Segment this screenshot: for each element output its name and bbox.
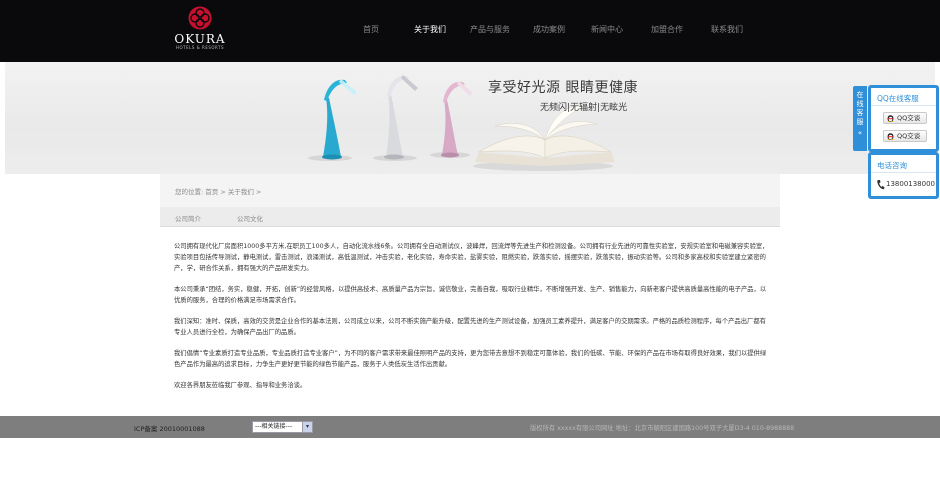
nav-join[interactable]: 加盟合作 xyxy=(651,24,683,35)
breadcrumb: 您的位置: 首页 > 关于我们 > xyxy=(160,174,780,207)
qq-chat-button-2[interactable]: QQ交谈 xyxy=(883,130,927,142)
logo-subtitle: HOTELS & RESORTS xyxy=(175,45,225,50)
site-footer: ICP备案 20010001088 ---相关链接--- ▾ 版权所有 xxxx… xyxy=(0,416,940,438)
paragraph-philosophy: 本公司秉承“团结，务实，稳健，开拓，创新”的经营风格，以提供高技术、高质量产品为… xyxy=(174,286,767,304)
logo[interactable]: OKURA HOTELS & RESORTS xyxy=(170,5,230,57)
chevron-down-icon[interactable]: ▾ xyxy=(302,422,312,432)
icp-record: ICP备案 20010001088 xyxy=(134,425,205,433)
sub-nav: 公司简介 公司文化 xyxy=(160,207,780,227)
paragraph-delivery: 我们深知：准时、保质，高效的交货是企业合作的基本法则，公司成立以来，公司不断实施… xyxy=(174,318,766,336)
phone-consult-title: 电话咨询 xyxy=(877,161,907,170)
qq-service-title: QQ在线客服 xyxy=(877,94,919,103)
qq-chat-label-1: QQ交谈 xyxy=(897,114,921,122)
online-service-tab-label: 在线客服 xyxy=(856,91,864,126)
related-links-select[interactable]: ---相关链接--- ▾ xyxy=(252,421,313,433)
paragraph-welcome: 欢迎各界朋友莅临我厂参观、指导和业务洽谈。 xyxy=(174,382,307,389)
logo-emblem-icon xyxy=(188,6,212,30)
online-service-tab[interactable]: 在线客服 « xyxy=(853,86,867,151)
nav-home[interactable]: 首页 xyxy=(363,24,379,35)
copyright-text: 版权所有 xxxxx有限公司网址 地址：北京市朝阳区建国路100号双子大厦D3-… xyxy=(530,425,795,432)
qq-penguin-icon xyxy=(887,133,894,140)
divider xyxy=(871,172,936,173)
divider xyxy=(871,105,936,106)
hero-banner: 享受好光源 眼睛更健康 无频闪|无辐射|无眩光 xyxy=(5,62,935,174)
site-header: OKURA HOTELS & RESORTS 首页 关于我们 产品与服务 成功案… xyxy=(0,0,940,62)
nav-news[interactable]: 新闻中心 xyxy=(591,24,623,35)
nav-cases[interactable]: 成功案例 xyxy=(533,24,565,35)
paragraph-green: 我们倡情“专业素质打造专业品质，专业品质打造专业客户”，为不同的客户需求带来最佳… xyxy=(174,350,767,368)
qq-penguin-icon xyxy=(887,115,894,122)
phone-number[interactable]: 13800138000 xyxy=(886,180,935,188)
nav-contact[interactable]: 联系我们 xyxy=(711,24,743,35)
related-links-value: ---相关链接--- xyxy=(255,423,292,430)
nav-products[interactable]: 产品与服务 xyxy=(470,24,510,35)
qq-service-panel: QQ在线客服 QQ交谈 QQ交谈 xyxy=(868,85,939,152)
qq-chat-button-1[interactable]: QQ交谈 xyxy=(883,112,927,124)
phone-icon xyxy=(877,180,885,190)
about-content: 公司拥有现代化厂房面积1000多平方米,在职员工100多人，自动化流水线6条。公… xyxy=(174,241,769,401)
breadcrumb-text: 您的位置: 首页 > 关于我们 > xyxy=(175,188,262,196)
qq-chat-label-2: QQ交谈 xyxy=(897,132,921,140)
tab-company-culture[interactable]: 公司文化 xyxy=(237,213,263,223)
phone-consult-panel: 电话咨询 13800138000 xyxy=(868,152,939,199)
banner-tagline: 无频闪|无辐射|无眩光 xyxy=(540,103,628,113)
nav-about[interactable]: 关于我们 xyxy=(414,24,446,35)
paragraph-intro: 公司拥有现代化厂房面积1000多平方米,在职员工100多人，自动化流水线6条。公… xyxy=(174,243,769,272)
logo-brand: OKURA xyxy=(174,32,226,46)
lamp-pink-icon xyxy=(441,81,473,158)
banner-slogan: 享受好光源 眼睛更健康 xyxy=(488,80,638,96)
open-book-icon xyxy=(475,105,615,166)
tab-company-profile[interactable]: 公司简介 xyxy=(175,213,201,223)
lamp-blue-icon xyxy=(322,79,357,160)
collapse-icon[interactable]: « xyxy=(853,129,867,138)
banner-illustration xyxy=(308,75,615,171)
lamp-silver-icon xyxy=(384,75,418,160)
